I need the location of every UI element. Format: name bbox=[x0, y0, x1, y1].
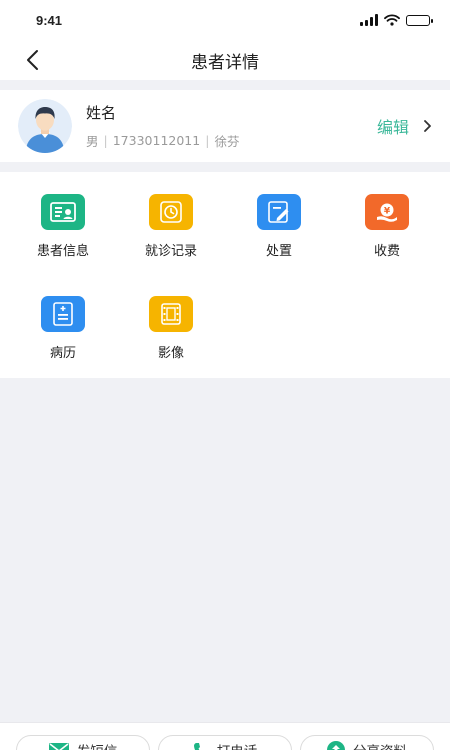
edit-profile-button[interactable]: 编辑 bbox=[377, 114, 432, 138]
patient-meta: 男 | 17330112011 | 徐芬 bbox=[86, 131, 377, 150]
chevron-right-icon bbox=[424, 120, 431, 132]
edit-note-icon bbox=[257, 194, 301, 230]
status-time: 9:41 bbox=[36, 12, 63, 28]
send-sms-button[interactable]: 发短信 bbox=[16, 735, 150, 750]
grid-item-medical-record[interactable]: 病历 bbox=[18, 296, 108, 361]
send-sms-label: 发短信 bbox=[77, 740, 118, 750]
film-icon bbox=[149, 296, 193, 332]
status-icons bbox=[360, 14, 433, 26]
clock-icon bbox=[149, 194, 193, 230]
grid-item-charges[interactable]: ¥ 收费 bbox=[342, 194, 432, 259]
grid-item-imaging[interactable]: 影像 bbox=[126, 296, 216, 361]
bottom-action-bar: 发短信 打电话 分享资料 bbox=[0, 722, 450, 750]
grid-item-treatment[interactable]: 处置 bbox=[234, 194, 324, 259]
status-bar: 9:41 bbox=[0, 0, 450, 40]
back-button[interactable] bbox=[18, 46, 46, 74]
patient-info: 姓名 男 | 17330112011 | 徐芬 bbox=[86, 102, 377, 150]
medical-record-icon bbox=[41, 296, 85, 332]
grid-label: 收费 bbox=[373, 244, 400, 259]
battery-icon bbox=[406, 14, 433, 26]
call-label: 打电话 bbox=[217, 740, 258, 750]
grid-label: 病历 bbox=[49, 346, 76, 361]
patient-doctor: 徐芬 bbox=[214, 134, 240, 149]
grid-label: 处置 bbox=[265, 244, 292, 259]
grid-item-patient-info[interactable]: 患者信息 bbox=[18, 194, 108, 259]
patient-phone: 17330112011 bbox=[112, 133, 201, 148]
edit-label: 编辑 bbox=[376, 118, 409, 137]
phone-icon bbox=[193, 743, 200, 750]
avatar-person-icon bbox=[18, 99, 72, 153]
share-materials-label: 分享资料 bbox=[353, 740, 407, 750]
divider: | bbox=[205, 133, 210, 148]
svg-text:¥: ¥ bbox=[384, 207, 391, 217]
cellular-signal-icon bbox=[360, 14, 378, 26]
patient-gender: 男 bbox=[86, 134, 99, 149]
share-icon bbox=[327, 741, 345, 750]
chevron-left-icon bbox=[27, 50, 38, 70]
grid-label: 就诊记录 bbox=[144, 244, 197, 259]
page-title: 患者详情 bbox=[191, 52, 259, 73]
function-grid: 患者信息 就诊记录 处置 ¥ 收费 病历 影像 bbox=[0, 172, 450, 378]
patient-name: 姓名 bbox=[86, 104, 117, 122]
yuan-coin-icon: ¥ bbox=[365, 194, 409, 230]
wifi-icon bbox=[384, 14, 400, 26]
patient-profile-card: 姓名 男 | 17330112011 | 徐芬 编辑 bbox=[0, 90, 450, 162]
grid-label: 患者信息 bbox=[36, 244, 89, 259]
grid-item-visit-records[interactable]: 就诊记录 bbox=[126, 194, 216, 259]
envelope-icon bbox=[48, 743, 69, 750]
divider: | bbox=[103, 133, 108, 148]
nav-bar: 患者详情 bbox=[0, 40, 450, 80]
id-card-icon bbox=[41, 194, 85, 230]
avatar bbox=[18, 99, 72, 153]
call-button[interactable]: 打电话 bbox=[158, 735, 292, 750]
grid-label: 影像 bbox=[157, 346, 184, 361]
share-materials-button[interactable]: 分享资料 bbox=[300, 735, 434, 750]
